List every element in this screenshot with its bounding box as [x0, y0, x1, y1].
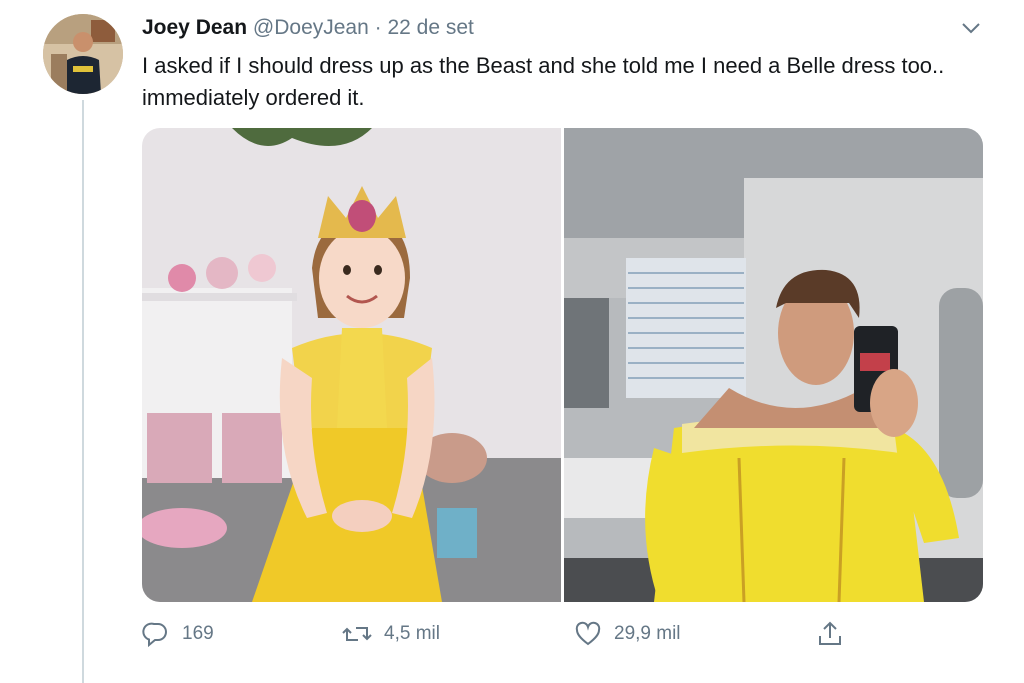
author-name[interactable]: Joey Dean [142, 16, 247, 39]
retweet-count: 4,5 mil [384, 623, 440, 644]
avatar[interactable] [43, 14, 123, 94]
separator-dot: · [374, 16, 382, 39]
like-icon [574, 620, 602, 648]
like-count: 29,9 mil [614, 623, 681, 644]
tweet-header: Joey Dean @DoeyJean · 22 de set [142, 16, 474, 40]
reply-count: 169 [182, 623, 214, 644]
thread-line [82, 100, 84, 683]
like-button[interactable]: 29,9 mil [574, 620, 681, 648]
share-button[interactable] [816, 620, 844, 648]
avatar-image [43, 14, 123, 94]
tweet-media[interactable] [142, 128, 983, 602]
chevron-down-icon[interactable] [957, 14, 985, 42]
retweet-icon [342, 620, 372, 648]
share-icon [816, 620, 844, 648]
photo-man-belle-dress-selfie[interactable] [564, 128, 983, 602]
reply-icon [142, 620, 170, 648]
tweet-actions: 169 4,5 mil 29,9 mil [142, 620, 902, 654]
reply-button[interactable]: 169 [142, 620, 214, 648]
tweet-date[interactable]: 22 de set [387, 16, 473, 39]
tweet-text: I asked if I should dress up as the Beas… [142, 53, 945, 110]
retweet-button[interactable]: 4,5 mil [342, 620, 440, 648]
photo-child-belle-dress[interactable] [142, 128, 561, 602]
author-handle[interactable]: @DoeyJean [253, 16, 369, 39]
